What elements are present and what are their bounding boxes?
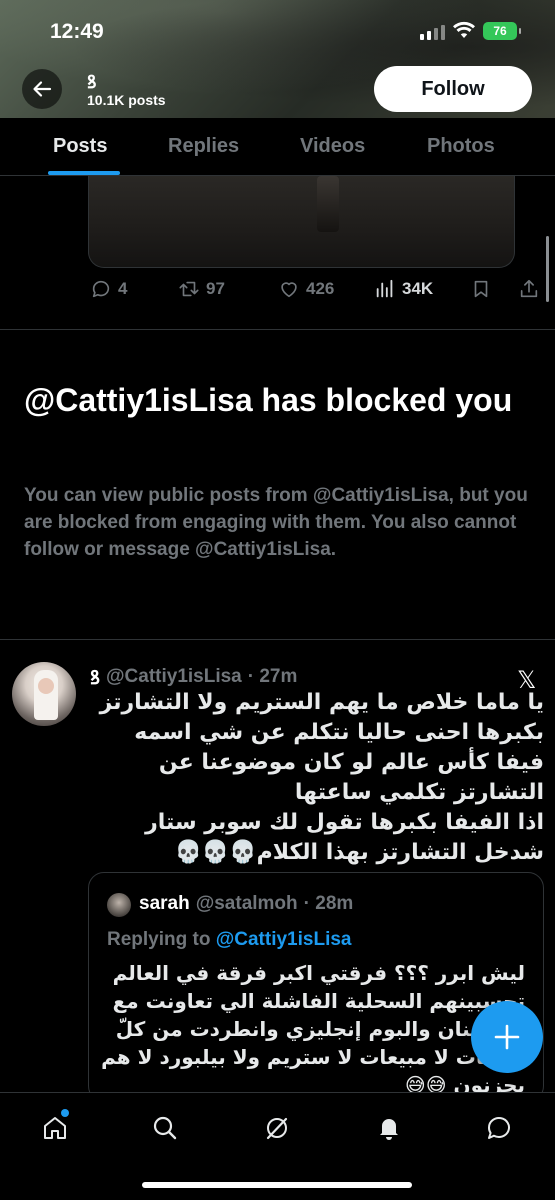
like-count: 426: [306, 279, 335, 298]
replying-to: Replying to @Cattiy1isLisa: [107, 929, 351, 951]
views-count: 34K: [402, 279, 434, 298]
replying-handle[interactable]: @Cattiy1isLisa: [216, 929, 352, 950]
home-notification-dot: [61, 1109, 69, 1117]
status-time: 12:49: [50, 20, 104, 43]
battery-level: 76: [493, 24, 507, 38]
messages-icon: [487, 1116, 510, 1139]
quote-handle: @satalmoh: [195, 893, 298, 914]
tweet-text: يا ماما خلاص ما يهم الستريم ولا التشارتز…: [99, 690, 544, 865]
post-actions: 4 97 426 34K: [0, 278, 555, 308]
profile-name-logo: ꝸ: [87, 72, 97, 92]
quote-time: · 28m: [303, 893, 354, 914]
quoted-tweet[interactable]: sarah @satalmoh · 28m Replying to @Catti…: [88, 872, 544, 1102]
profile-tabs: Posts Replies Videos Photos: [0, 118, 555, 176]
nav-grok[interactable]: [260, 1111, 294, 1145]
tab-photos[interactable]: Photos: [427, 135, 495, 158]
nav-notifications[interactable]: [372, 1111, 406, 1145]
avatar[interactable]: [12, 662, 76, 726]
like-action[interactable]: 426: [278, 278, 334, 300]
tab-videos[interactable]: Videos: [300, 135, 365, 158]
follow-button[interactable]: Follow: [374, 66, 532, 112]
replying-prefix: Replying to: [107, 929, 211, 950]
tweet-header: ꝸ @Cattiy1isLisa · 27m: [90, 664, 297, 690]
post-media[interactable]: [88, 176, 515, 268]
repost-action[interactable]: 97: [178, 278, 225, 300]
tab-posts[interactable]: Posts: [53, 135, 107, 158]
quote-text: ليش ابرر ؟؟؟ فرقتي اكبر فرقة في العالم ت…: [94, 961, 525, 1097]
blocked-description: You can view public posts from @Cattiy1i…: [24, 485, 528, 560]
quote-author-name: sarah: [139, 893, 190, 914]
views-action[interactable]: 34K: [374, 278, 433, 300]
bookmark-action[interactable]: [470, 278, 492, 300]
nav-messages[interactable]: [482, 1111, 516, 1145]
tweet-handle[interactable]: @Cattiy1isLisa: [106, 666, 242, 688]
search-icon: [153, 1116, 177, 1140]
bookmark-icon: [474, 280, 488, 298]
home-indicator[interactable]: [142, 1182, 412, 1188]
blocked-title: @Cattiy1isLisa has blocked you: [24, 382, 513, 418]
quote-header: sarah @satalmoh · 28m: [139, 893, 353, 915]
post-count: 10.1K posts: [87, 92, 166, 108]
grok-icon: [266, 1117, 288, 1140]
status-bar: 12:49 76: [0, 0, 555, 62]
share-icon: [520, 279, 538, 298]
post-divider: [0, 329, 555, 330]
battery-icon: 76: [483, 22, 521, 40]
nav-home[interactable]: [38, 1109, 72, 1145]
quote-avatar: [107, 893, 131, 917]
back-button[interactable]: [22, 69, 62, 109]
cellular-signal-icon: [420, 24, 445, 40]
reply-icon: [92, 280, 110, 298]
home-icon: [44, 1117, 66, 1139]
reply-action[interactable]: 4: [90, 278, 127, 300]
arrow-left-icon: [33, 81, 52, 97]
heart-icon: [281, 282, 297, 298]
plus-icon: [494, 1024, 520, 1050]
reply-count: 4: [118, 279, 128, 298]
notifications-icon: [380, 1119, 398, 1140]
views-chart-icon: [376, 279, 393, 298]
profile-header: ꝸ 10.1K posts Follow: [0, 62, 555, 118]
avatar-face: [38, 678, 54, 694]
tab-replies[interactable]: Replies: [168, 135, 239, 158]
repost-icon: [179, 281, 199, 297]
section-divider: [0, 639, 555, 640]
media-figure: [317, 176, 339, 232]
tweet-time[interactable]: · 27m: [248, 666, 298, 688]
share-action[interactable]: [518, 278, 540, 300]
wifi-icon: [453, 21, 475, 38]
repost-count: 97: [206, 279, 225, 298]
tweet-author-logo[interactable]: ꝸ: [90, 664, 100, 690]
active-tab-indicator: [48, 171, 120, 175]
compose-button[interactable]: [471, 1001, 543, 1073]
nav-search[interactable]: [148, 1111, 182, 1145]
